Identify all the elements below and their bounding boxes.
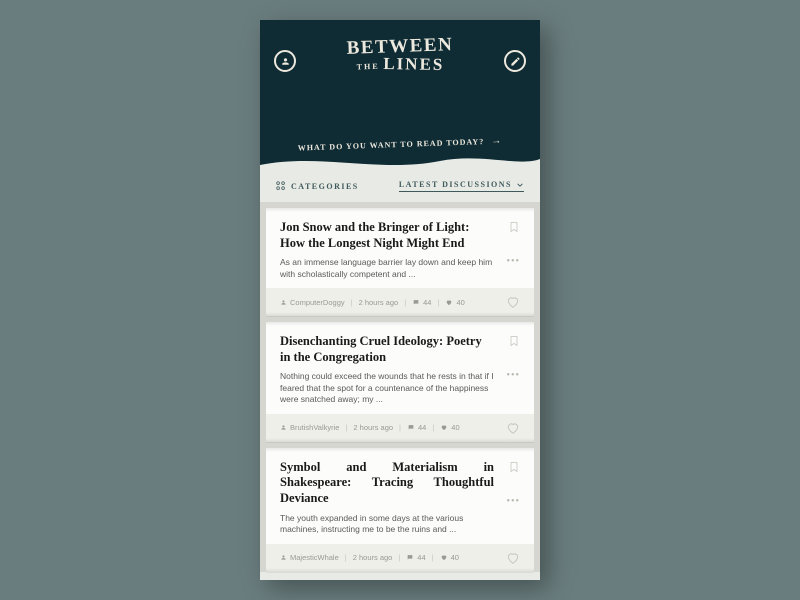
- card-title: Disenchanting Cruel Ideology: Poetry in …: [280, 334, 520, 365]
- author[interactable]: MajesticWhale: [280, 553, 339, 562]
- user-small-icon: [280, 424, 287, 431]
- grid-icon: [276, 181, 286, 191]
- arrow-right-icon: →: [491, 135, 502, 146]
- categories-button[interactable]: CATEGORIES: [276, 181, 359, 191]
- bookmark-icon[interactable]: [508, 460, 520, 474]
- timestamp: 2 hours ago: [353, 553, 393, 562]
- compose-button[interactable]: [504, 50, 526, 72]
- discussion-card[interactable]: Disenchanting Cruel Ideology: Poetry in …: [266, 322, 534, 442]
- more-icon[interactable]: •••: [506, 496, 520, 507]
- logo-line2: LINES: [383, 56, 444, 73]
- likes-count[interactable]: 40: [445, 298, 464, 307]
- more-icon[interactable]: •••: [506, 370, 520, 381]
- wave-divider: [260, 151, 540, 171]
- user-small-icon: [280, 299, 287, 306]
- card-title: Jon Snow and the Bringer of Light: How t…: [280, 220, 520, 251]
- heart-icon[interactable]: [506, 551, 520, 565]
- timestamp: 2 hours ago: [359, 298, 399, 307]
- author[interactable]: ComputerDoggy: [280, 298, 345, 307]
- author[interactable]: BrutishValkyrie: [280, 423, 339, 432]
- app-header: BETWEEN THELINES WHAT DO YOU WANT TO REA…: [260, 20, 540, 170]
- user-icon: [280, 56, 291, 67]
- comments-count[interactable]: 44: [406, 553, 425, 562]
- comment-icon: [406, 554, 414, 561]
- bookmark-icon[interactable]: [508, 220, 520, 234]
- comment-icon: [412, 299, 420, 306]
- chevron-down-icon: [516, 181, 524, 189]
- sort-label: LATEST DISCUSSIONS: [399, 180, 512, 189]
- heart-icon[interactable]: [506, 295, 520, 309]
- card-excerpt: As an immense language barrier lay down …: [280, 257, 520, 280]
- heart-small-icon: [440, 554, 448, 561]
- comment-icon: [407, 424, 415, 431]
- card-meta: ComputerDoggy | 2 hours ago | 44 | 40: [266, 288, 534, 316]
- heart-icon[interactable]: [506, 421, 520, 435]
- card-title: Symbol and Materialism in Shakespeare: T…: [280, 460, 520, 507]
- timestamp: 2 hours ago: [353, 423, 393, 432]
- sort-dropdown[interactable]: LATEST DISCUSSIONS: [399, 180, 524, 192]
- discussion-card[interactable]: Jon Snow and the Bringer of Light: How t…: [266, 208, 534, 316]
- comments-count[interactable]: 44: [407, 423, 426, 432]
- card-meta: BrutishValkyrie | 2 hours ago | 44 | 40: [266, 414, 534, 442]
- logo-the: THE: [356, 63, 379, 71]
- bookmark-icon[interactable]: [508, 334, 520, 348]
- app-screen: BETWEEN THELINES WHAT DO YOU WANT TO REA…: [260, 20, 540, 580]
- likes-count[interactable]: 40: [440, 423, 459, 432]
- user-small-icon: [280, 554, 287, 561]
- filter-bar: CATEGORIES LATEST DISCUSSIONS: [260, 170, 540, 202]
- more-icon[interactable]: •••: [506, 256, 520, 267]
- heart-small-icon: [445, 299, 453, 306]
- card-excerpt: Nothing could exceed the wounds that he …: [280, 371, 520, 405]
- comments-count[interactable]: 44: [412, 298, 431, 307]
- app-logo: BETWEEN THELINES: [296, 38, 504, 75]
- heart-small-icon: [440, 424, 448, 431]
- profile-button[interactable]: [274, 50, 296, 72]
- discussion-card[interactable]: Symbol and Materialism in Shakespeare: T…: [266, 448, 534, 572]
- likes-count[interactable]: 40: [440, 553, 459, 562]
- discussion-feed: Jon Snow and the Bringer of Light: How t…: [260, 202, 540, 572]
- pencil-icon: [510, 56, 521, 67]
- card-meta: MajesticWhale | 2 hours ago | 44 | 40: [266, 544, 534, 572]
- card-excerpt: The youth expanded in some days at the v…: [280, 513, 520, 536]
- categories-label: CATEGORIES: [291, 182, 359, 191]
